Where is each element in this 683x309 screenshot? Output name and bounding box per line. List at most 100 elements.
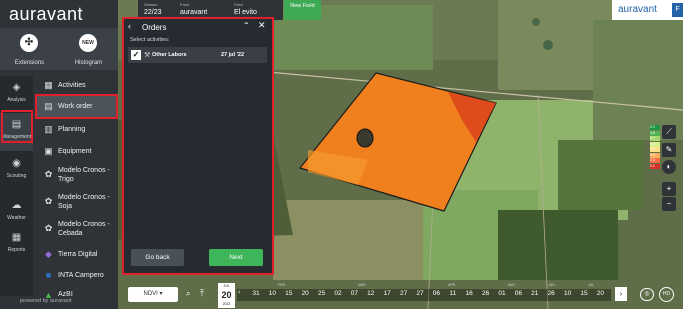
selected-date[interactable]: JUL 20 2022 bbox=[218, 283, 235, 308]
timeline-date[interactable]: 01 bbox=[496, 290, 508, 297]
timeline-prev-icon[interactable]: ‹ bbox=[238, 289, 240, 296]
legend-entry: 0.6 bbox=[650, 141, 660, 147]
timeline-month: JUN bbox=[548, 283, 555, 287]
submenu-item-tierra-digital[interactable]: ◆ Tierra Digital bbox=[35, 243, 118, 266]
submenu-item-azbi[interactable]: ▲ AzBI bbox=[35, 287, 118, 300]
timeline-date[interactable]: 17 bbox=[381, 290, 393, 297]
submenu-label: Modelo Cronos - Trigo bbox=[58, 167, 110, 183]
farm-value: auravant bbox=[180, 9, 208, 16]
timeline-date[interactable]: 10 bbox=[562, 290, 574, 297]
layer-select[interactable]: NDVI ▾ bbox=[128, 287, 178, 302]
orders-highlight bbox=[122, 17, 274, 275]
timeline-month: MAR bbox=[358, 283, 366, 287]
puzzle-icon: ✣ bbox=[20, 34, 38, 52]
field-caption: Field bbox=[234, 2, 243, 7]
legend-entry: 0.9 bbox=[650, 125, 660, 130]
activities-icon: ▦ bbox=[44, 80, 53, 90]
top-tools: ✣ Extensions NEW Histogram bbox=[0, 28, 118, 70]
timeline-next-icon[interactable]: › bbox=[615, 287, 627, 301]
new-badge-icon: NEW bbox=[79, 34, 97, 52]
brand-badge: aurаvant F bbox=[612, 0, 683, 20]
timeline-date[interactable]: 20 bbox=[299, 290, 311, 297]
hd-button[interactable]: HD bbox=[659, 287, 674, 302]
submenu-label: Modelo Cronos - Soja bbox=[58, 194, 110, 210]
submenu-label: Modelo Cronos - Cebada bbox=[58, 221, 110, 237]
work-order-highlight bbox=[35, 94, 118, 119]
planning-icon: ▥ bbox=[44, 124, 53, 134]
legend-entry: 0.8 bbox=[650, 130, 660, 136]
tierra-digital-icon: ◆ bbox=[45, 249, 52, 259]
histogram-label: Histogram bbox=[74, 60, 103, 66]
legend-entry: 0.3 bbox=[650, 158, 660, 163]
ndvi-legend: 0.9 0.8 0.7 0.6 0.5 0.4 0.3 0.2 bbox=[650, 125, 660, 169]
farm-caption: Farm bbox=[180, 2, 190, 7]
submenu-label: Tierra Digital bbox=[58, 251, 98, 258]
compare-icon[interactable]: ◎ bbox=[640, 288, 654, 301]
submenu-item-inta-campero[interactable]: ■ INTA Campero bbox=[35, 264, 118, 287]
timeline-date[interactable]: 25 bbox=[316, 290, 328, 297]
timeline-month: MAY bbox=[508, 283, 516, 287]
selected-month: JUL bbox=[223, 284, 230, 288]
measure-ruler-icon[interactable]: ⟋ bbox=[662, 125, 676, 139]
contrast-icon[interactable]: ◐ bbox=[662, 160, 676, 174]
rail-label: Reports bbox=[7, 247, 26, 253]
sidebar: auravant ✣ Extensions NEW Histogram ◈ An… bbox=[0, 0, 118, 309]
timeline-date[interactable]: 20 bbox=[594, 290, 606, 297]
timeline-date[interactable]: 07 bbox=[348, 290, 360, 297]
legend-entry: 0.5 bbox=[650, 147, 660, 152]
plant-icon: ✿ bbox=[44, 196, 53, 206]
submenu-item-cronos-trigo[interactable]: ✿ Modelo Cronos - Trigo bbox=[35, 163, 118, 186]
timeline-date[interactable]: 27 bbox=[414, 290, 426, 297]
timeline-date[interactable]: 26 bbox=[545, 290, 557, 297]
timeline-date[interactable]: 15 bbox=[578, 290, 590, 297]
timeline-date[interactable]: 16 bbox=[463, 290, 475, 297]
rail-label: Weather bbox=[7, 215, 26, 221]
app-window: auravant ✣ Extensions NEW Histogram ◈ An… bbox=[0, 0, 683, 309]
timeline-date[interactable]: 10 bbox=[266, 290, 278, 297]
cloud-icon: ☁ bbox=[11, 200, 22, 211]
extensions-button[interactable]: ✣ Extensions bbox=[0, 28, 59, 70]
timeline-date[interactable]: 27 bbox=[398, 290, 410, 297]
histogram-button[interactable]: NEW Histogram bbox=[59, 28, 118, 70]
timeline-date[interactable]: 12 bbox=[365, 290, 377, 297]
equipment-icon: ▣ bbox=[44, 146, 53, 156]
field-value: El evito bbox=[234, 9, 257, 16]
submenu-item-planning[interactable]: ▥ Planning bbox=[35, 118, 118, 141]
submenu-item-cronos-cebada[interactable]: ✿ Modelo Cronos - Cebada bbox=[35, 217, 118, 240]
layer-value: NDVI bbox=[143, 291, 158, 297]
management-highlight bbox=[1, 110, 33, 143]
upload-icon[interactable]: ⤒ bbox=[200, 288, 204, 299]
timeline-date[interactable]: 02 bbox=[332, 290, 344, 297]
timeline-date[interactable]: 26 bbox=[480, 290, 492, 297]
timeline-date[interactable]: 06 bbox=[430, 290, 442, 297]
submenu-label: INTA Campero bbox=[58, 272, 104, 279]
search-icon[interactable]: ⌕ bbox=[186, 289, 190, 299]
plant-icon: ✿ bbox=[44, 223, 53, 233]
zoom-out-icon[interactable]: − bbox=[662, 197, 676, 211]
layers-icon: ◈ bbox=[12, 82, 21, 93]
rail-item-scouting[interactable]: ◉ Scouting bbox=[0, 152, 33, 190]
timeline-date[interactable]: 21 bbox=[529, 290, 541, 297]
new-field-button[interactable]: New Field bbox=[284, 0, 321, 20]
selected-day: 20 bbox=[221, 290, 232, 300]
submenu-item-equipment[interactable]: ▣ Equipment bbox=[35, 140, 118, 163]
image-timeline: NDVI ▾ ⌕ ⤒ JUL 20 2022 ‹ 31 10 15 20 25 02 07 1… bbox=[118, 280, 683, 309]
submenu-label: Activities bbox=[58, 82, 86, 89]
rail-item-analysis[interactable]: ◈ Analysis bbox=[0, 76, 33, 114]
rail-item-reports[interactable]: ▦ Reports bbox=[0, 226, 33, 264]
timeline-month: JUL bbox=[588, 283, 595, 287]
submenu-label: Equipment bbox=[58, 148, 92, 155]
submenu-label: Planning bbox=[58, 126, 86, 133]
timeline-date[interactable]: 31 bbox=[250, 290, 262, 297]
timeline-month: FEB bbox=[278, 283, 285, 287]
zoom-in-icon[interactable]: + bbox=[662, 182, 676, 196]
timeline-month: APR bbox=[448, 283, 456, 287]
timeline-date[interactable]: 11 bbox=[447, 290, 459, 297]
timeline-date[interactable]: 06 bbox=[512, 290, 524, 297]
user-avatar[interactable]: F bbox=[672, 3, 683, 17]
season-caption: Season bbox=[144, 2, 158, 7]
edit-pencil-icon[interactable]: ✎ bbox=[662, 143, 676, 157]
season-value: 22/23 bbox=[144, 9, 162, 16]
submenu-item-cronos-soja[interactable]: ✿ Modelo Cronos - Soja bbox=[35, 190, 118, 213]
timeline-date[interactable]: 15 bbox=[283, 290, 295, 297]
